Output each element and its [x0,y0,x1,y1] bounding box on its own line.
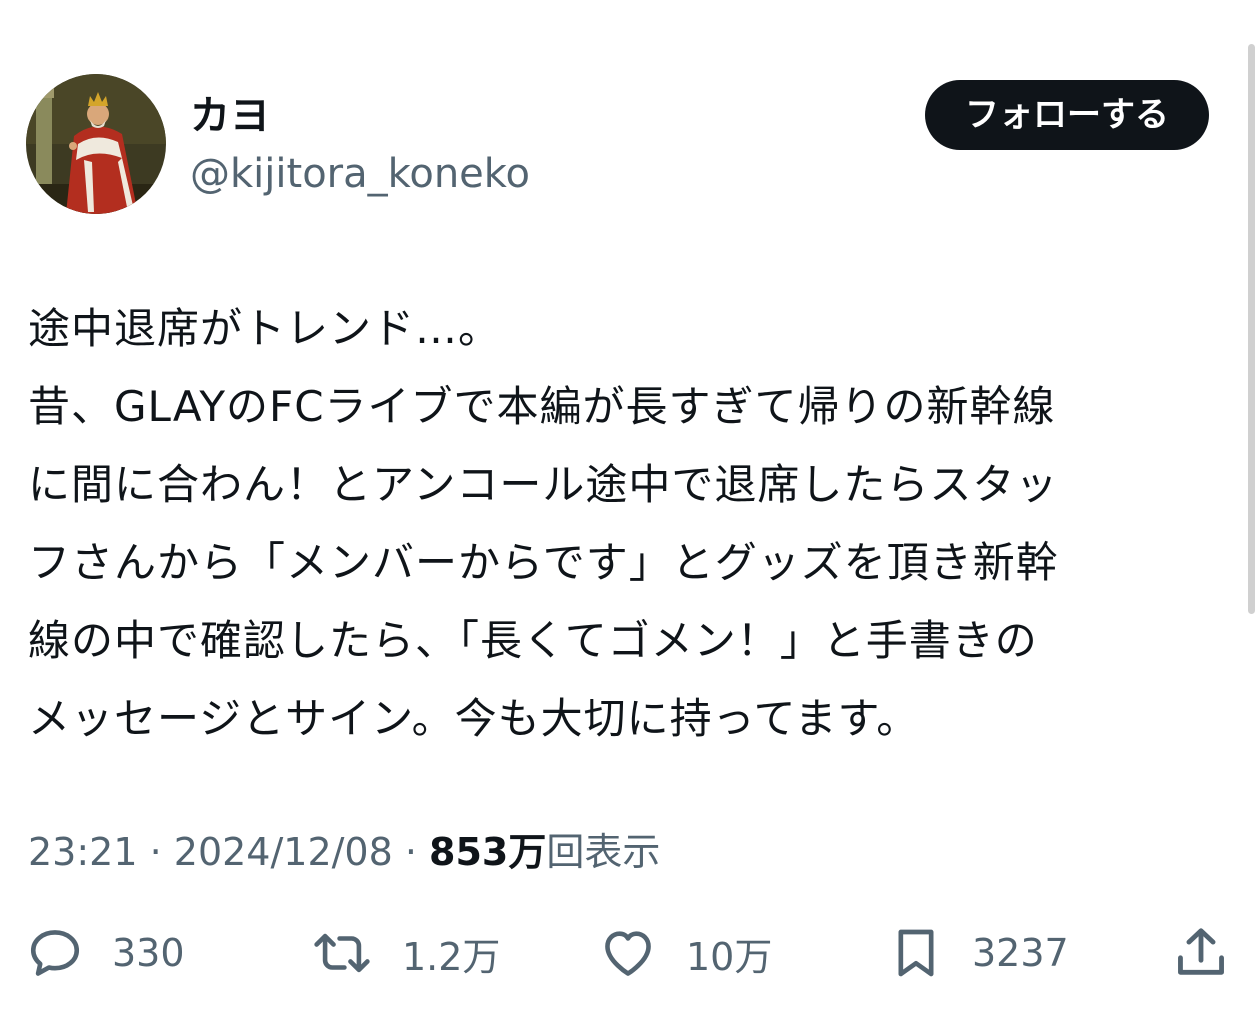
like-count: 10万 [686,934,773,979]
king-portrait-avatar-icon [26,74,166,214]
meta-separator: · [137,830,174,874]
meta-separator: · [392,830,430,874]
tweet-text-line: 昔、GLAYのFCライブで本編が長すぎて帰りの新幹線 [28,382,1056,431]
tweet-text-line: 線の中で確認したら、「長くてゴメン！」と手書きの [28,616,1038,665]
tweet-text-line: フさんから「メンバーからです」とグッズを頂き新幹 [28,538,1059,587]
repost-count: 1.2万 [402,934,501,979]
tweet-time[interactable]: 23:21 [28,830,138,874]
share-button[interactable] [1172,922,1230,984]
heart-icon [605,931,651,976]
tweet-text-line: 途中退席がトレンド…。 [28,304,502,353]
tweet-date[interactable]: 2024/12/08 [174,830,393,874]
repost-button[interactable]: 1.2万 [310,922,500,984]
bookmark-button[interactable]: 3237 [888,922,1069,984]
views-count[interactable]: 853万 [429,830,546,874]
avatar[interactable] [26,74,166,214]
reply-button[interactable]: 330 [26,922,185,984]
follow-button[interactable]: フォローする [925,80,1209,150]
bookmark-icon [898,929,934,977]
share-icon [1178,928,1224,975]
tweet-text-line: メッセージとサイン。今も大切に持ってます。 [28,694,920,743]
tweet-text-line: に間に合わん！とアンコール途中で退席したらスタッ [28,460,1059,509]
scrollbar[interactable] [1248,44,1255,614]
like-button[interactable]: 10万 [598,922,772,984]
bookmark-count: 3237 [972,931,1069,975]
repost-icon [314,933,370,973]
tweet-meta: 23:21 · 2024/12/08 · 853万回表示 [28,826,660,878]
reply-icon [30,930,80,976]
views-label[interactable]: 回表示 [546,830,660,874]
user-handle[interactable]: @kijitora_koneko [190,150,530,198]
tweet-text: 途中退席がトレンド…。 昔、GLAYのFCライブで本編が長すぎて帰りの新幹線 に… [28,290,1228,758]
reply-count: 330 [112,931,185,975]
display-name[interactable]: カヨ [190,92,270,140]
